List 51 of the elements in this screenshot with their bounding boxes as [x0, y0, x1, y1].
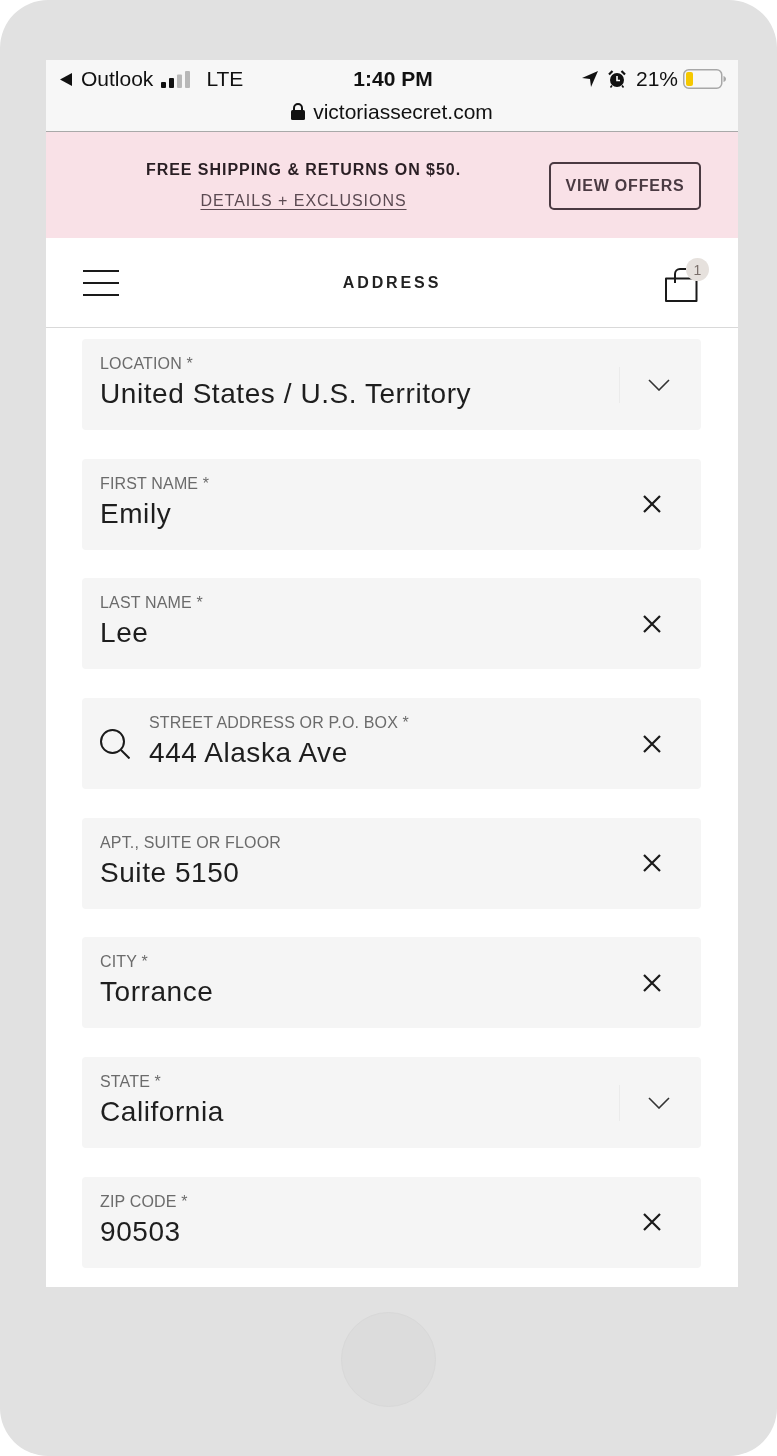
clear-icon[interactable]	[643, 734, 661, 753]
chevron-down-icon[interactable]	[648, 378, 670, 391]
field-label: STATE *	[100, 1073, 161, 1092]
view-offers-button[interactable]: VIEW OFFERS	[549, 162, 701, 210]
text-field[interactable]: ZIP CODE * 90503	[82, 1176, 701, 1268]
back-app-label[interactable]: Outlook	[81, 67, 154, 91]
field-value: Lee	[100, 617, 149, 650]
field-value: Emily	[100, 497, 172, 530]
clear-icon[interactable]	[643, 1213, 661, 1232]
back-arrow-icon[interactable]	[60, 72, 72, 86]
dropdown-field[interactable]: STATE * California	[82, 1057, 701, 1149]
field-value: 444 Alaska Ave	[149, 737, 348, 770]
url-bar[interactable]: victoriassecret.com	[46, 96, 738, 132]
battery-percentage: 21%	[635, 67, 678, 91]
clear-icon[interactable]	[643, 614, 661, 633]
text-field[interactable]: CITY * Torrance	[82, 937, 701, 1029]
promo-headline: FREE SHIPPING & RETURNS ON $50.	[145, 159, 462, 180]
field-label: STREET ADDRESS OR P.O. BOX *	[149, 714, 409, 733]
search-icon	[100, 728, 130, 759]
field-label: FIRST NAME *	[100, 474, 210, 493]
clear-icon[interactable]	[643, 854, 661, 873]
field-label: ZIP CODE *	[100, 1192, 188, 1211]
field-label: LOCATION *	[100, 355, 193, 373]
battery-icon	[683, 69, 726, 89]
field-label: LAST NAME *	[100, 594, 203, 613]
alarm-clock-icon	[607, 70, 626, 88]
menu-icon[interactable]	[83, 269, 119, 296]
text-field[interactable]: LAST NAME * Lee	[82, 578, 701, 670]
text-field[interactable]: FIRST NAME * Emily	[82, 458, 701, 550]
details-link[interactable]: DETAILS + EXCLUSIONS	[200, 190, 407, 211]
dropdown-field[interactable]: LOCATION * United States / U.S. Territory	[82, 339, 701, 430]
clear-icon[interactable]	[643, 495, 661, 514]
signal-strength-icon	[161, 70, 192, 88]
field-value: Torrance	[100, 976, 214, 1009]
clear-icon[interactable]	[643, 973, 661, 992]
field-value: United States / U.S. Territory	[100, 378, 472, 410]
clock-time: 1:40 PM	[353, 67, 433, 91]
address-search-field[interactable]: STREET ADDRESS OR P.O. BOX * 444 Alaska Ave	[82, 698, 701, 790]
location-arrow-icon	[581, 71, 598, 87]
field-value: 90503	[100, 1215, 181, 1248]
field-label: APT., SUITE OR FLOOR	[100, 833, 281, 852]
field-value: California	[100, 1096, 224, 1129]
field-label: CITY *	[100, 953, 148, 972]
page-title: ADDRESS	[342, 272, 442, 293]
cart-count-badge: 1	[686, 258, 709, 281]
chevron-down-icon[interactable]	[648, 1096, 670, 1109]
network-label: LTE	[206, 67, 244, 91]
field-value: Suite 5150	[100, 856, 240, 889]
lock-icon	[291, 103, 306, 120]
text-field[interactable]: APT., SUITE OR FLOOR Suite 5150	[82, 817, 701, 909]
url-text: victoriassecret.com	[313, 99, 493, 124]
